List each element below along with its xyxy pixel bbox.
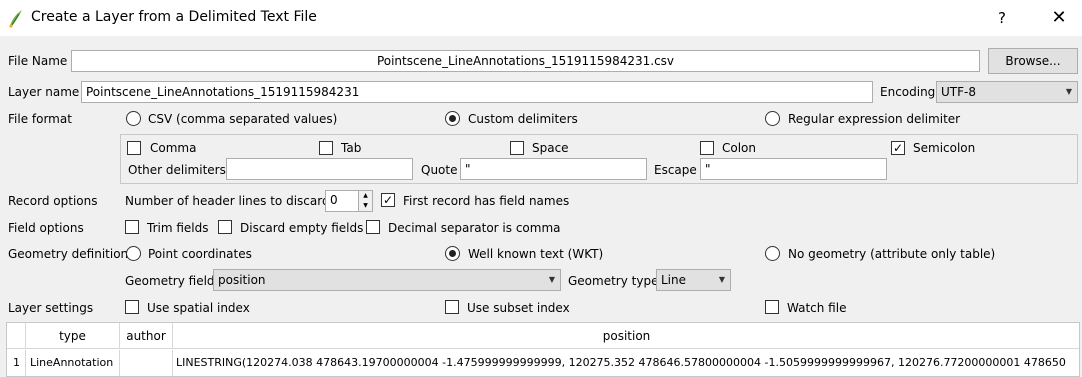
decimal-comma-checkbox[interactable] (366, 220, 380, 234)
column-header-type[interactable]: type (26, 323, 120, 349)
chevron-down-icon: ▼ (548, 275, 555, 284)
column-header-position[interactable]: position (173, 323, 1079, 349)
spatial-index-label: Use spatial index (147, 301, 250, 315)
record-options-label: Record options (8, 194, 98, 208)
comma-checkbox[interactable] (127, 141, 141, 155)
file-name-input[interactable]: Pointscene_LineAnnotations_1519115984231… (71, 50, 980, 72)
tab-label: Tab (341, 141, 362, 155)
spin-arrows-icon[interactable]: ▲ ▼ (358, 191, 372, 211)
browse-button[interactable]: Browse... (988, 48, 1078, 74)
header-lines-value: 0 (330, 193, 338, 207)
semicolon-label: Semicolon (913, 141, 976, 155)
csv-radio[interactable] (126, 111, 141, 126)
no-geometry-radio[interactable] (765, 246, 780, 261)
subset-index-checkbox[interactable] (445, 300, 459, 314)
qgis-logo-icon (9, 10, 22, 28)
header-lines-spinbox[interactable]: 0 ▲ ▼ (325, 190, 373, 212)
encoding-value: UTF-8 (941, 85, 976, 99)
row-number: 1 (7, 350, 26, 376)
first-record-checkbox[interactable]: ✓ (381, 193, 395, 207)
escape-input[interactable]: " (700, 158, 887, 180)
comma-label: Comma (150, 141, 197, 155)
discard-empty-checkbox[interactable] (218, 220, 232, 234)
escape-label: Escape (654, 163, 697, 177)
help-button[interactable]: ? (990, 6, 1014, 30)
csv-radio-label: CSV (comma separated values) (148, 112, 338, 126)
check-mark-icon: ✓ (382, 193, 394, 207)
colon-checkbox[interactable] (700, 141, 714, 155)
quote-label: Quote (421, 163, 458, 177)
table-cell-author[interactable] (120, 350, 173, 376)
point-coordinates-radio[interactable] (126, 246, 141, 261)
other-delimiters-input[interactable] (226, 158, 413, 180)
header-lines-label: Number of header lines to discard (125, 194, 330, 208)
custom-delimiters-radio[interactable] (445, 111, 460, 126)
check-mark-icon: ✓ (892, 141, 904, 155)
encoding-select[interactable]: UTF-8 ▼ (936, 81, 1078, 103)
row-header-corner (7, 323, 26, 349)
wkt-label: Well known text (WKT) (468, 247, 604, 261)
chevron-down-icon: ▼ (718, 275, 725, 284)
encoding-label: Encoding (880, 85, 936, 99)
trim-fields-checkbox[interactable] (125, 220, 139, 234)
no-geometry-label: No geometry (attribute only table) (788, 247, 996, 261)
geometry-definition-label: Geometry definition (8, 247, 129, 261)
table-cell-type[interactable]: LineAnnotation (26, 350, 120, 376)
layer-name-label: Layer name (8, 85, 80, 99)
other-delimiters-label: Other delimiters (128, 163, 226, 177)
layer-name-input[interactable]: Pointscene_LineAnnotations_1519115984231 (81, 81, 873, 103)
file-name-label: File Name (8, 54, 68, 68)
discard-empty-label: Discard empty fields (240, 221, 364, 235)
layer-settings-label: Layer settings (8, 301, 94, 315)
decimal-comma-label: Decimal separator is comma (388, 221, 561, 235)
semicolon-checkbox[interactable]: ✓ (891, 141, 905, 155)
field-options-label: Field options (8, 221, 84, 235)
custom-delimiters-label: Custom delimiters (468, 112, 578, 126)
geometry-type-select[interactable]: Line ▼ (656, 269, 731, 291)
file-format-label: File format (8, 112, 72, 126)
sample-data-table[interactable]: type author position 1 LineAnnotation LI… (6, 322, 1080, 377)
subset-index-label: Use subset index (467, 301, 570, 315)
spatial-index-checkbox[interactable] (125, 300, 139, 314)
geometry-field-value: position (218, 273, 266, 287)
regex-delimiter-label: Regular expression delimiter (788, 112, 961, 126)
first-record-label: First record has field names (403, 194, 570, 208)
title-bar: Create a Layer from a Delimited Text Fil… (0, 0, 1082, 36)
colon-label: Colon (722, 141, 757, 155)
regex-delimiter-radio[interactable] (765, 111, 780, 126)
quote-input[interactable]: " (460, 158, 647, 180)
point-coordinates-label: Point coordinates (148, 247, 252, 261)
window-title: Create a Layer from a Delimited Text Fil… (31, 9, 317, 25)
table-cell-position[interactable]: LINESTRING(120274.038 478643.19700000004… (173, 350, 1079, 376)
geometry-field-label: Geometry field (125, 274, 215, 288)
close-button[interactable]: ✕ (1046, 6, 1072, 30)
space-label: Space (532, 141, 569, 155)
geometry-field-select[interactable]: position ▼ (213, 269, 561, 291)
space-checkbox[interactable] (510, 141, 524, 155)
column-header-author[interactable]: author (120, 323, 173, 349)
chevron-down-icon: ▼ (1065, 87, 1072, 96)
wkt-radio[interactable] (445, 246, 460, 261)
geometry-type-label: Geometry type (568, 274, 659, 288)
watch-file-checkbox[interactable] (765, 300, 779, 314)
tab-checkbox[interactable] (319, 141, 333, 155)
watch-file-label: Watch file (787, 301, 847, 315)
geometry-type-value: Line (661, 273, 687, 287)
trim-fields-label: Trim fields (147, 221, 209, 235)
